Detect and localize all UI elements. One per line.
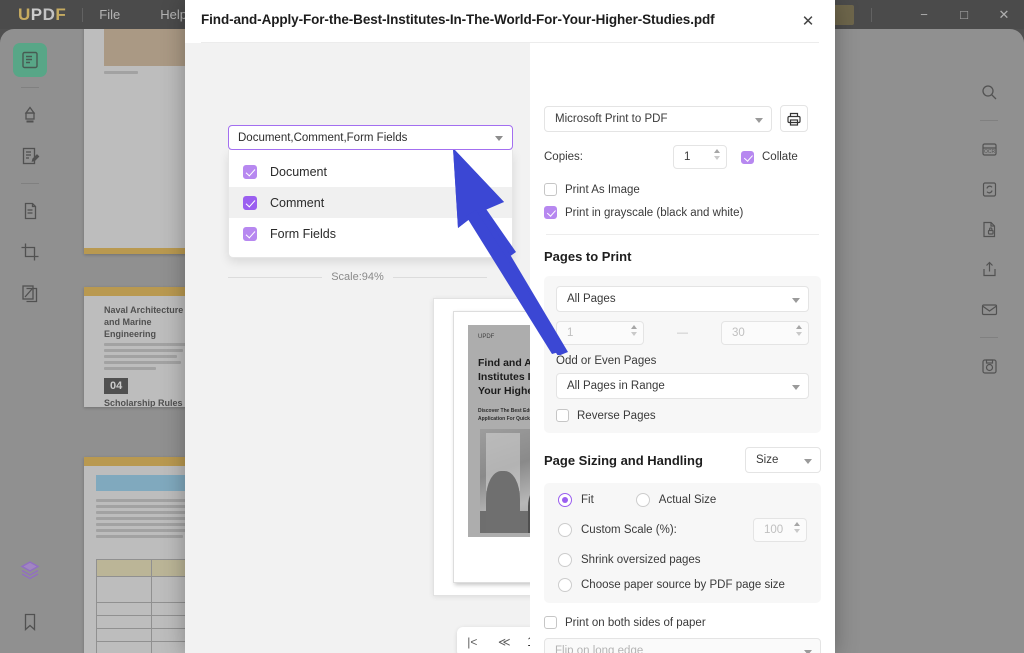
dropdown-option-form-fields-label: Form Fields <box>270 226 336 241</box>
print-grayscale-row[interactable]: Print in grayscale (black and white) <box>544 206 821 219</box>
dropdown-option-comment-label: Comment <box>270 195 325 210</box>
printer-row: Microsoft Print to PDF <box>544 105 821 132</box>
stepper-down-icon[interactable] <box>794 529 800 533</box>
checkbox-collate[interactable] <box>741 150 754 164</box>
sizing-option-row-custom: Custom Scale (%): 100 <box>558 518 807 542</box>
reverse-pages-row[interactable]: Reverse Pages <box>556 409 809 422</box>
radio-paper-source-label: Choose paper source by PDF page size <box>581 579 785 591</box>
printer-properties-icon[interactable] <box>780 105 808 132</box>
radio-paper-source[interactable] <box>558 578 572 592</box>
dialog-header: Find-and-Apply-For-the-Best-Institutes-I… <box>185 0 835 43</box>
size-mode-value: Size <box>756 454 779 466</box>
page-range-inputs: 1 — 30 <box>556 321 809 345</box>
radio-actual-size-row[interactable]: Actual Size <box>635 493 717 507</box>
copies-row: Copies: 1 Collate <box>544 145 821 169</box>
odd-or-even-label: Odd or Even Pages <box>556 355 657 367</box>
checkbox-form-fields[interactable] <box>243 226 257 241</box>
range-to-arrows[interactable] <box>796 325 802 336</box>
mouse-cursor-arrow <box>453 148 568 355</box>
checkbox-comment[interactable] <box>243 195 257 210</box>
dialog-title: Find-and-Apply-For-the-Best-Institutes-I… <box>201 12 715 27</box>
stepper-up-icon[interactable] <box>714 149 720 153</box>
both-sides-row[interactable]: Print on both sides of paper <box>544 616 821 629</box>
odd-or-even-value: All Pages in Range <box>567 380 665 392</box>
custom-scale-value: 100 <box>764 524 784 536</box>
collate-label: Collate <box>762 151 798 163</box>
copies-stepper[interactable]: 1 <box>673 145 727 169</box>
chevron-down-icon <box>495 136 503 141</box>
flip-edge-select[interactable]: Flip on long edge <box>544 638 821 653</box>
copies-stepper-arrows[interactable] <box>714 149 720 160</box>
pages-to-print-panel: All Pages 1 — 30 Odd or Even Pages All P… <box>544 276 821 433</box>
page-range-value: All Pages <box>567 293 616 305</box>
radio-custom-scale-label: Custom Scale (%): <box>581 524 677 536</box>
stepper-up-icon[interactable] <box>796 325 802 329</box>
chevron-down-icon <box>755 117 763 123</box>
first-page-button[interactable]: |< <box>463 635 481 649</box>
flip-edge-value: Flip on long edge <box>555 645 644 653</box>
close-icon[interactable]: ✕ <box>795 8 821 34</box>
page-sizing-header: Page Sizing and Handling Size <box>544 447 821 473</box>
chevron-down-icon <box>792 385 800 390</box>
settings-divider-1 <box>546 234 819 235</box>
printer-select-value: Microsoft Print to PDF <box>555 112 668 125</box>
checkbox-document[interactable] <box>243 164 257 179</box>
radio-custom-scale[interactable] <box>558 523 572 537</box>
radio-fit-row[interactable]: Fit <box>558 493 594 507</box>
radio-shrink-label: Shrink oversized pages <box>581 554 701 566</box>
stepper-up-icon[interactable] <box>794 522 800 526</box>
range-to-stepper[interactable]: 30 <box>721 321 809 345</box>
checkbox-both-sides[interactable] <box>544 616 557 629</box>
custom-scale-stepper[interactable]: 100 <box>753 518 807 542</box>
range-from-arrows[interactable] <box>631 325 637 336</box>
copies-value: 1 <box>684 151 691 163</box>
radio-actual-size[interactable] <box>635 493 650 507</box>
print-as-image-label: Print As Image <box>565 183 640 196</box>
scale-line-left <box>228 276 323 278</box>
dropdown-option-document-label: Document <box>270 164 327 179</box>
pages-to-print-title: Pages to Print <box>544 249 632 264</box>
radio-shrink-row[interactable]: Shrink oversized pages <box>558 553 807 567</box>
print-grayscale-label: Print in grayscale (black and white) <box>565 206 744 219</box>
content-dropdown-trigger[interactable]: Document,Comment,Form Fields <box>228 125 513 150</box>
stepper-up-icon[interactable] <box>631 325 637 329</box>
stepper-down-icon[interactable] <box>796 332 802 336</box>
content-dropdown-value: Document,Comment,Form Fields <box>238 131 408 144</box>
page-sizing-title: Page Sizing and Handling <box>544 452 703 468</box>
size-mode-select[interactable]: Size <box>745 447 821 473</box>
previous-page-button[interactable]: ≪ <box>494 635 515 649</box>
stepper-down-icon[interactable] <box>714 156 720 160</box>
chevron-down-icon <box>804 459 812 464</box>
both-sides-label: Print on both sides of paper <box>565 616 706 629</box>
radio-fit-label: Fit <box>581 494 594 506</box>
radio-custom-scale-row[interactable]: Custom Scale (%): <box>558 523 677 537</box>
reverse-pages-label: Reverse Pages <box>577 409 656 422</box>
odd-or-even-select[interactable]: All Pages in Range <box>556 373 809 399</box>
page-range-select[interactable]: All Pages <box>556 286 809 312</box>
chevron-down-icon <box>792 298 800 303</box>
page-sizing-panel: Fit Actual Size Custom Scale (%): 100 Sh… <box>544 483 821 603</box>
collate-checkbox-row[interactable]: Collate <box>741 150 798 164</box>
stepper-down-icon[interactable] <box>631 332 637 336</box>
print-settings-panel: Microsoft Print to PDF Copies: 1 Collate… <box>530 43 835 653</box>
printer-select[interactable]: Microsoft Print to PDF <box>544 105 772 132</box>
radio-paper-source-row[interactable]: Choose paper source by PDF page size <box>558 578 807 592</box>
scale-label: Scale:94% <box>331 271 384 283</box>
range-to-value: 30 <box>732 327 745 339</box>
print-as-image-row[interactable]: Print As Image <box>544 183 821 196</box>
radio-fit[interactable] <box>558 493 572 507</box>
range-dash: — <box>677 327 688 339</box>
radio-actual-size-label: Actual Size <box>658 494 717 506</box>
checkbox-reverse-pages[interactable] <box>556 409 569 422</box>
custom-scale-arrows[interactable] <box>794 522 800 533</box>
sizing-option-row-fit: Fit Actual Size <box>558 493 807 507</box>
radio-shrink-oversized[interactable] <box>558 553 572 567</box>
